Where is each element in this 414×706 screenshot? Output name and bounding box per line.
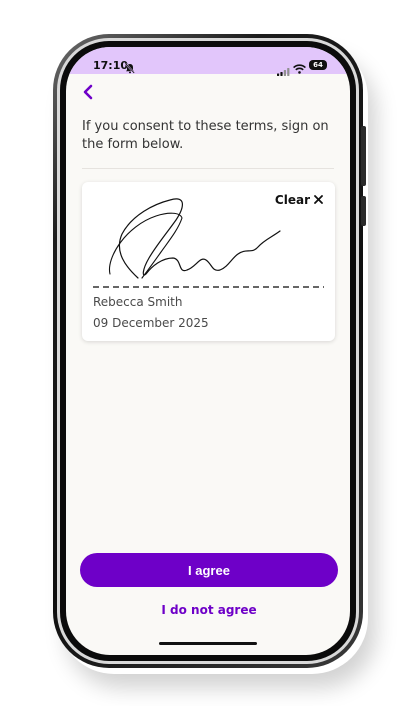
wifi-icon — [293, 59, 306, 78]
battery-icon: 64 — [309, 60, 327, 70]
clear-button[interactable]: Clear — [275, 193, 323, 207]
close-icon — [314, 193, 323, 207]
clear-label: Clear — [274, 193, 310, 207]
bell-slash-icon — [125, 59, 135, 78]
home-indicator — [159, 642, 257, 645]
back-button[interactable] — [78, 83, 98, 105]
power-button — [361, 126, 366, 186]
signature-stroke — [118, 198, 281, 279]
divider — [82, 168, 334, 169]
agree-button[interactable]: I agree — [80, 553, 338, 587]
side-button — [361, 196, 366, 226]
consent-instruction: If you consent to these terms, sign on t… — [82, 119, 329, 152]
signer-name: Rebecca Smith — [93, 295, 183, 309]
signature-card: Clear Rebecca Smith 09 December 2025 — [82, 182, 335, 341]
signal-icon — [277, 61, 290, 80]
status-bar: 17:10 64 — [66, 47, 350, 76]
signature-stroke — [108, 212, 183, 279]
chevron-left-icon — [82, 84, 94, 104]
app-screen: 17:10 64 If you consent to these terms, … — [66, 47, 350, 655]
signature-date: 09 December 2025 — [93, 316, 209, 330]
disagree-link[interactable]: I do not agree — [80, 603, 338, 617]
status-time: 17:10 — [93, 59, 129, 72]
phone-mockup: 17:10 64 If you consent to these terms, … — [0, 0, 414, 706]
